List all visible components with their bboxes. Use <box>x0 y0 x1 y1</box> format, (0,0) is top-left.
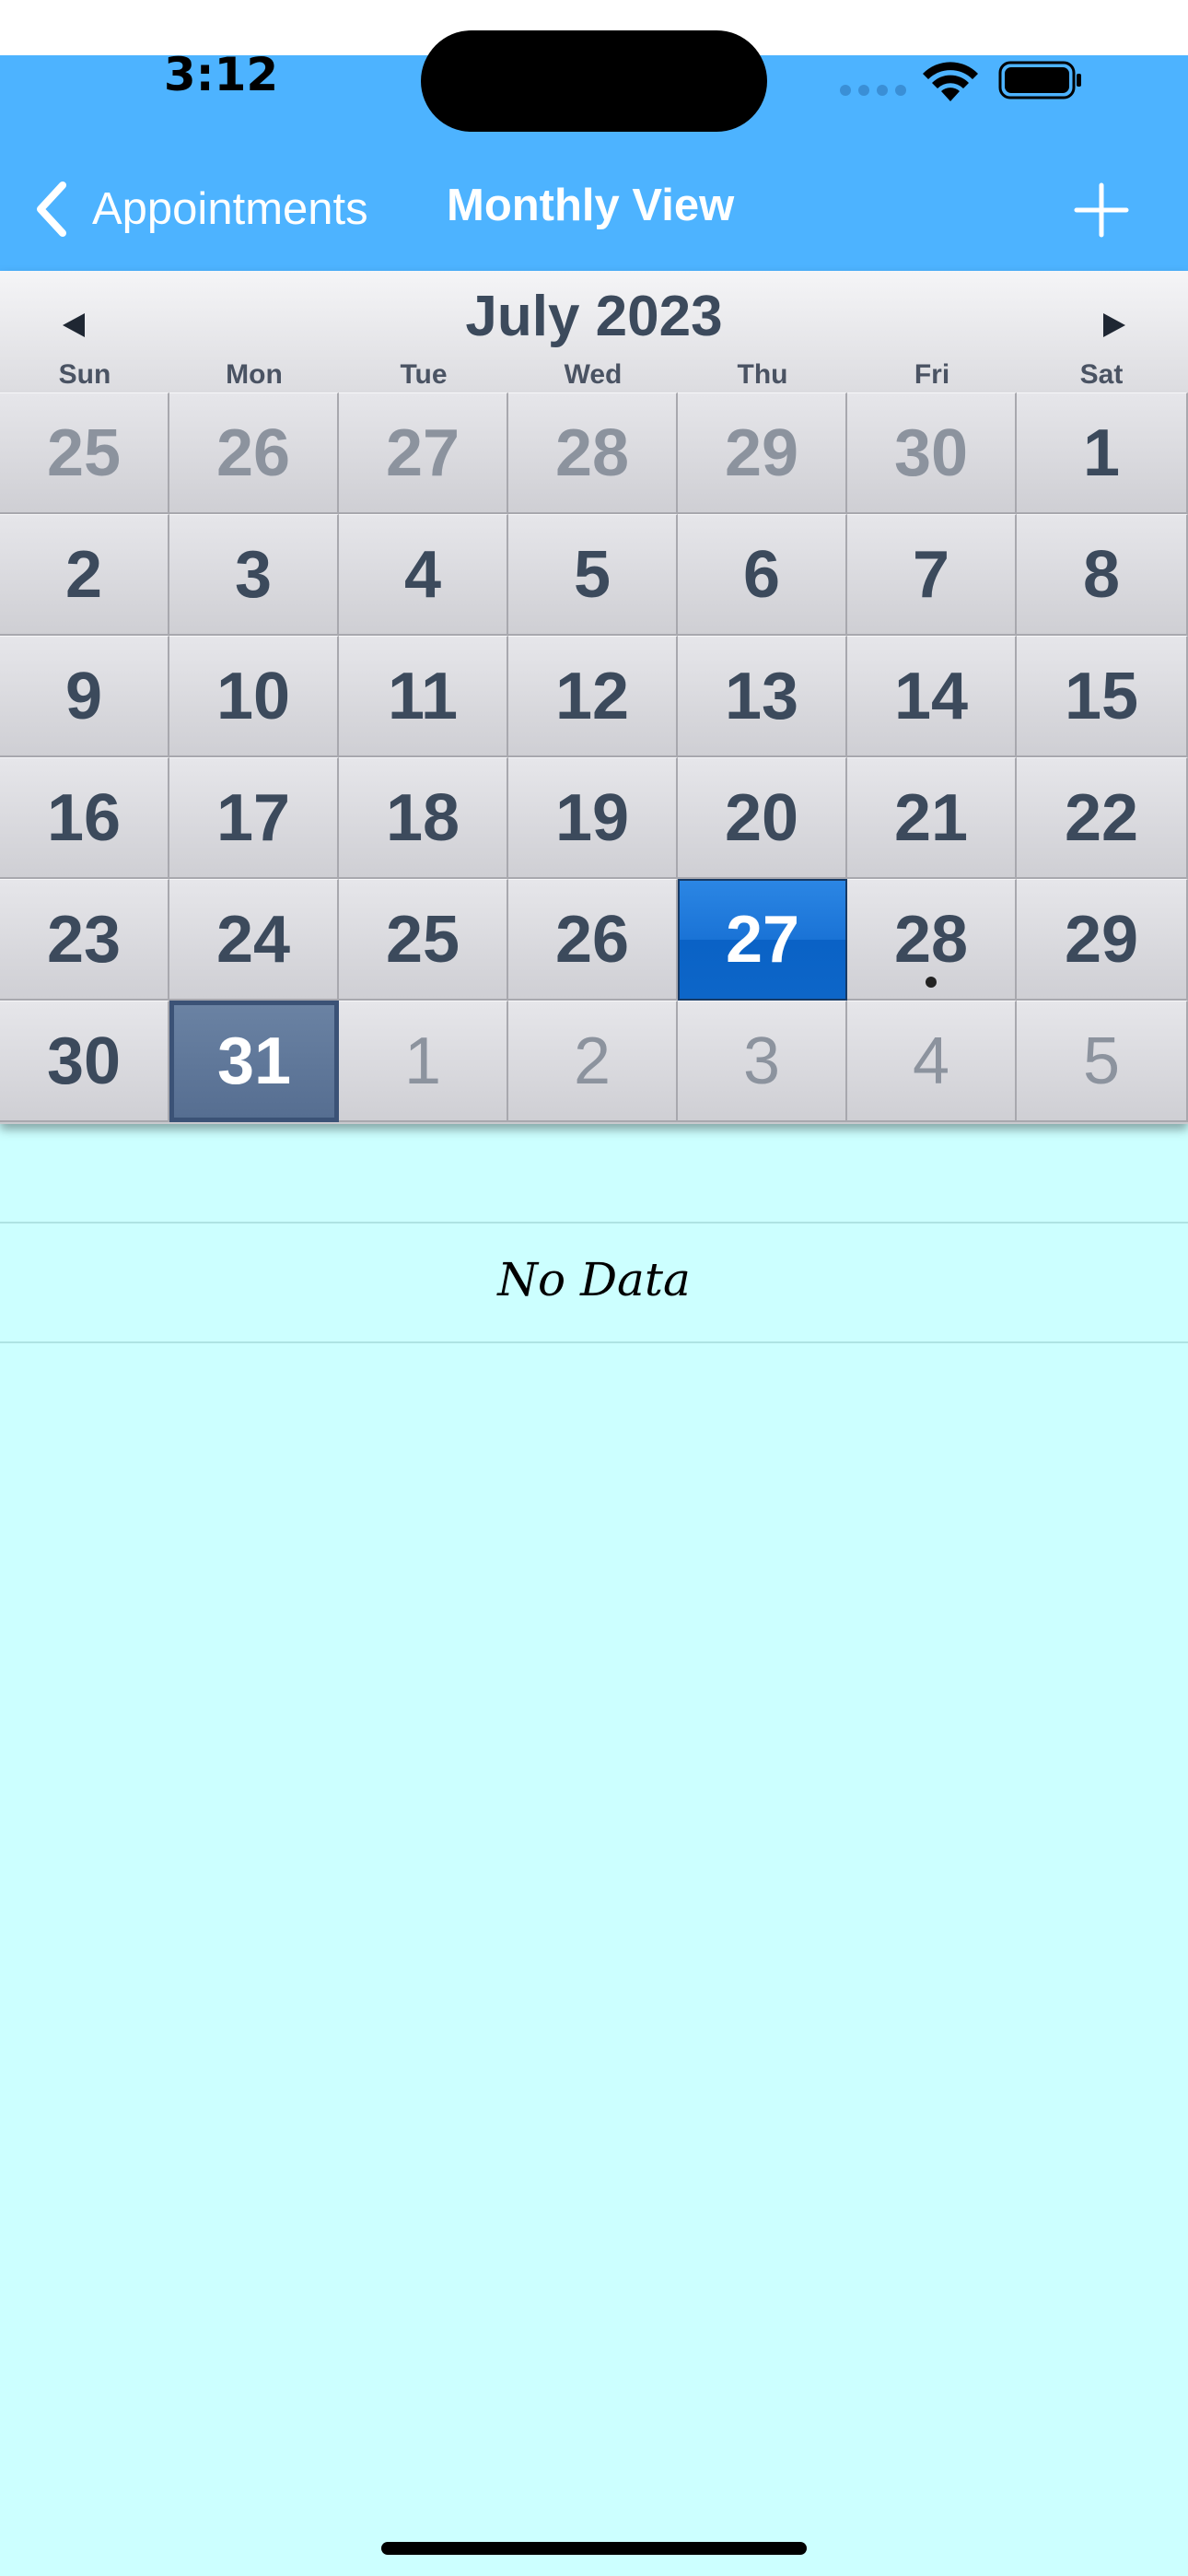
month-title: July 2023 <box>465 285 723 348</box>
calendar-day[interactable]: 25 <box>339 879 508 1001</box>
cellular-signal-icon <box>840 85 906 98</box>
calendar-day[interactable]: 29 <box>1017 879 1188 1001</box>
calendar-day[interactable]: 12 <box>508 636 678 757</box>
calendar-day[interactable]: 14 <box>847 636 1017 757</box>
calendar-day[interactable]: 4 <box>339 514 508 636</box>
month-calendar: July 2023 Sun Mon Tue Wed Thu Fri Sat 25… <box>0 271 1188 1124</box>
wifi-icon <box>923 62 978 101</box>
weekday-label: Tue <box>400 359 448 390</box>
calendar-day[interactable]: 4 <box>847 1001 1017 1122</box>
page-title: Monthly View <box>447 181 735 230</box>
calendar-day[interactable]: 11 <box>339 636 508 757</box>
back-button-label: Appointments <box>92 184 368 234</box>
calendar-day[interactable]: 19 <box>508 757 678 879</box>
list-separator <box>0 1222 1188 1224</box>
calendar-day[interactable]: 26 <box>169 392 339 514</box>
calendar-day[interactable]: 13 <box>678 636 847 757</box>
calendar-day[interactable]: 28 <box>847 879 1017 1001</box>
weekday-label: Sun <box>58 359 111 390</box>
list-separator <box>0 1341 1188 1343</box>
calendar-day[interactable]: 15 <box>1017 636 1188 757</box>
add-button[interactable] <box>1073 181 1130 239</box>
calendar-day[interactable]: 24 <box>169 879 339 1001</box>
calendar-day[interactable]: 26 <box>508 879 678 1001</box>
calendar-day[interactable]: 21 <box>847 757 1017 879</box>
calendar-day[interactable]: 9 <box>0 636 169 757</box>
calendar-day[interactable]: 5 <box>1017 1001 1188 1122</box>
calendar-day[interactable]: 16 <box>0 757 169 879</box>
calendar-day[interactable]: 23 <box>0 879 169 1001</box>
calendar-day[interactable]: 20 <box>678 757 847 879</box>
status-time: 3:12 <box>163 48 279 101</box>
chevron-left-icon <box>37 181 66 237</box>
calendar-day[interactable]: 7 <box>847 514 1017 636</box>
calendar-day[interactable]: 8 <box>1017 514 1188 636</box>
calendar-day[interactable]: 29 <box>678 392 847 514</box>
weekday-label: Thu <box>737 359 788 390</box>
calendar-day[interactable]: 5 <box>508 514 678 636</box>
calendar-day[interactable]: 25 <box>0 392 169 514</box>
day-grid: 25 26 27 28 29 30 1 2 3 4 5 6 7 8 9 10 11 12 13 14 15 16 17 18 1… <box>0 392 1188 1122</box>
calendar-day[interactable]: 22 <box>1017 757 1188 879</box>
weekday-label: Sat <box>1079 359 1124 390</box>
calendar-header: July 2023 Sun Mon Tue Wed Thu Fri Sat <box>0 271 1188 392</box>
weekday-row: Sun Mon Tue Wed Thu Fri Sat <box>0 359 1188 392</box>
calendar-day[interactable]: 27 <box>339 392 508 514</box>
empty-state-text: No Data <box>497 1253 691 1306</box>
weekday-label: Mon <box>226 359 283 390</box>
home-indicator <box>381 2542 807 2555</box>
next-month-button[interactable] <box>1092 302 1138 348</box>
calendar-day-selected[interactable]: 27 <box>678 879 847 1001</box>
weekday-label: Wed <box>564 359 623 390</box>
event-indicator-dot <box>926 977 937 988</box>
calendar-day-today[interactable]: 31 <box>169 1001 339 1122</box>
back-button[interactable]: Appointments <box>33 175 368 243</box>
calendar-day[interactable]: 1 <box>339 1001 508 1122</box>
calendar-day[interactable]: 6 <box>678 514 847 636</box>
calendar-day[interactable]: 10 <box>169 636 339 757</box>
calendar-day[interactable]: 3 <box>678 1001 847 1122</box>
weekday-label: Fri <box>914 359 950 390</box>
calendar-day[interactable]: 17 <box>169 757 339 879</box>
calendar-day[interactable]: 30 <box>847 392 1017 514</box>
calendar-day[interactable]: 30 <box>0 1001 169 1122</box>
calendar-day[interactable]: 3 <box>169 514 339 636</box>
calendar-day[interactable]: 1 <box>1017 392 1188 514</box>
calendar-day[interactable]: 2 <box>508 1001 678 1122</box>
calendar-day[interactable]: 18 <box>339 757 508 879</box>
calendar-day[interactable]: 2 <box>0 514 169 636</box>
dynamic-island <box>421 30 767 132</box>
battery-icon <box>998 61 1081 100</box>
calendar-day[interactable]: 28 <box>508 392 678 514</box>
